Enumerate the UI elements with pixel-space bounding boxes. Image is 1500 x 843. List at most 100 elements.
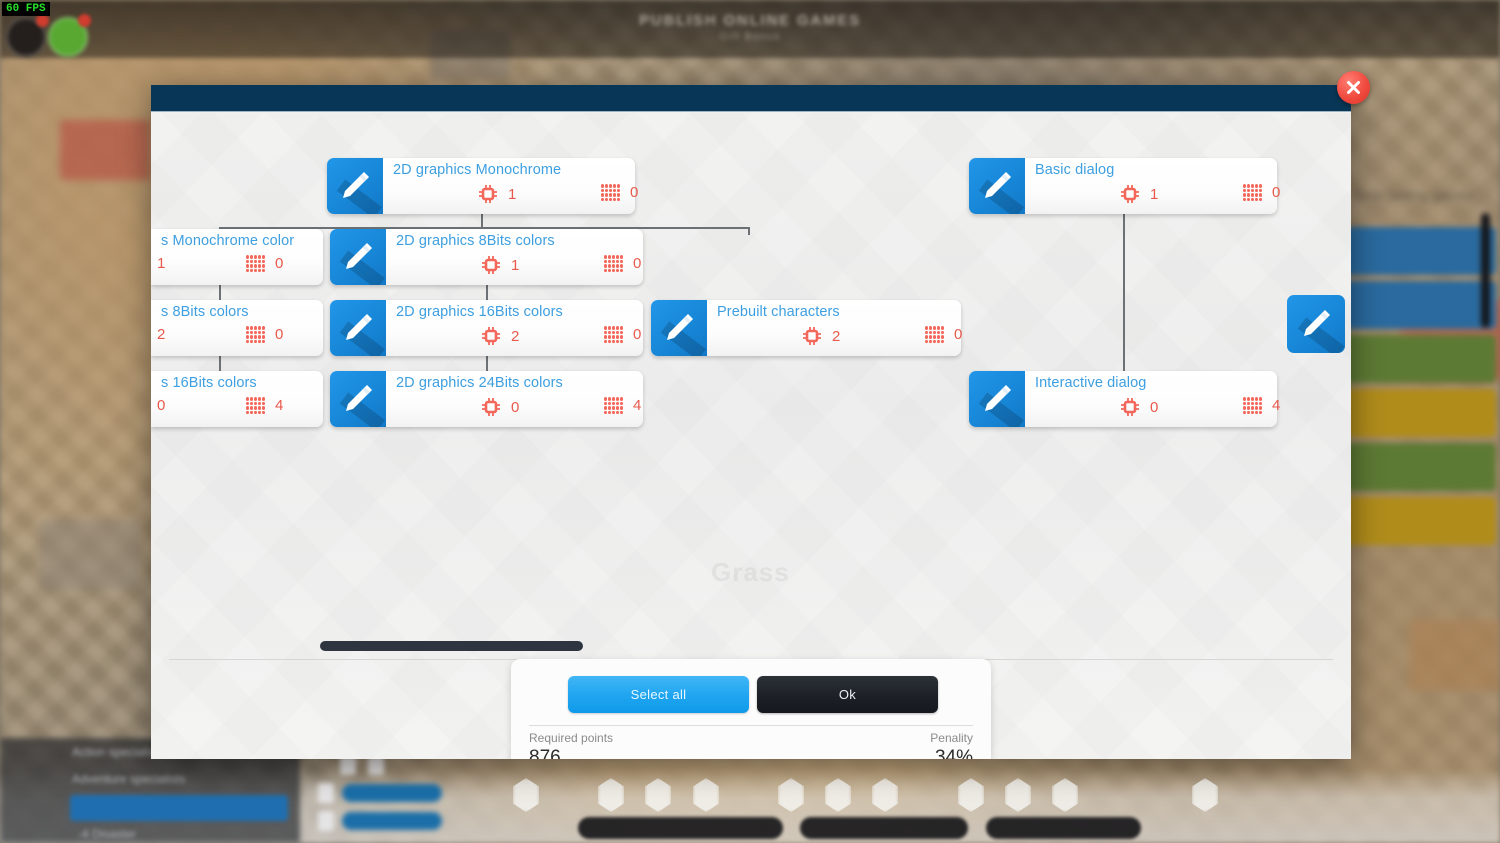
cpu-stat: 0 [1120,397,1158,417]
dot-grid-icon [1243,184,1262,201]
node-label: Interactive dialog [1035,375,1147,391]
art-value: 4 [1272,397,1281,414]
node-label: Basic dialog [1035,162,1115,178]
connector [486,356,488,372]
cpu-stat: 0 [481,397,519,417]
node-label: s 8Bits colors [161,304,249,320]
footer-card: Select all Ok Required points 876 Penali… [511,659,991,759]
art-stat: 0 [925,326,962,343]
mid-pill[interactable] [342,784,442,802]
cpu-stat: 1 [1120,184,1158,204]
left-item-selected[interactable] [70,795,288,821]
art-value: 0 [954,326,963,343]
cpu-icon [1121,398,1139,416]
node-2d-graphics-8bits-colors[interactable]: 2D graphics 8Bits colors 1 0 [330,229,643,285]
dialog-body: Grass 2D graphics Monochrome 1 0 s Monoc… [151,113,1351,759]
art-value: 0 [630,184,639,201]
close-button[interactable] [1337,71,1370,104]
connector [1123,214,1125,372]
dot-grid-icon [604,397,623,414]
cpu-value: 0 [511,398,520,416]
pencil-icon [330,229,386,285]
node-interactive-dialog[interactable]: Interactive dialog 0 4 [969,371,1280,427]
ok-button[interactable]: Ok [757,676,938,713]
node-2d-graphics-16bits-colors-left[interactable]: s 16Bits colors 0 4 [151,371,323,427]
cpu-value: 2 [157,326,166,343]
dot-grid-icon [246,255,265,272]
cpu-icon [482,398,500,416]
footer-button-row: Select all Ok [568,676,938,713]
best-selling-games-title: Best Selling games [1354,187,1474,203]
art-stat: 0 [604,326,641,343]
pencil-icon [327,158,383,214]
node-label: 2D graphics 24Bits colors [396,375,563,391]
required-points-label: Required points [529,731,614,745]
art-stat: 4 [604,397,641,414]
pencil-icon [330,371,386,427]
hud-fans-pill [986,817,1141,839]
cpu-icon [1121,185,1139,203]
node-clipped-right-pencil-icon[interactable] [1287,295,1345,353]
screen: PUBLISH ONLINE GAMES Gift Bonus 60 FPS B… [0,0,1500,843]
connector [486,285,488,301]
dot-grid-icon [246,397,265,414]
dot-grid-icon [1243,397,1262,414]
art-value: 0 [275,326,284,343]
connector [219,356,221,372]
node-2d-graphics-8bits-colors-left[interactable]: s 8Bits colors 2 0 [151,300,323,356]
hud-money-pill [800,817,968,839]
cpu-value: 2 [832,327,841,345]
art-stat: 4 [246,397,283,414]
penalty-value: 34% [934,747,973,759]
art-stat: 0 [246,326,283,343]
pencil-icon [969,158,1025,214]
node-basic-dialog[interactable]: Basic dialog 1 0 [969,158,1280,214]
node-2d-graphics-16bits-colors[interactable]: 2D graphics 16Bits colors 2 0 [330,300,643,356]
art-value: 0 [275,255,284,272]
hud-badge [78,14,91,27]
cpu-value: 1 [1150,185,1159,203]
node-2d-graphics-24bits-colors[interactable]: 2D graphics 24Bits colors 0 4 [330,371,643,427]
cpu-icon [482,256,500,274]
cpu-value: 0 [1150,398,1159,416]
cpu-stat: 2 [802,326,840,346]
mid-pill[interactable] [342,812,442,830]
cpu-icon [803,327,821,345]
cpu-icon [482,327,500,345]
horizontal-scrollbar-thumb[interactable] [320,641,583,651]
node-prebuilt-characters[interactable]: Prebuilt characters 2 0 [651,300,962,356]
lock-icon [318,811,334,831]
art-stat: 0 [246,255,283,272]
art-value: 0 [633,326,642,343]
cpu-stat: 0 [157,397,165,414]
game-top-bar-subtitle: Gift Bonus [719,31,781,43]
cpu-value: 1 [508,185,517,203]
fps-counter: 60 FPS [2,2,50,16]
dot-grid-icon [604,326,623,343]
connector [219,285,221,301]
node-2d-graphics-monochrome[interactable]: 2D graphics Monochrome 1 0 [327,158,639,214]
hud-time-pill[interactable] [578,817,783,839]
games-scrollbar[interactable] [1481,213,1490,328]
select-all-button[interactable]: Select all [568,676,749,713]
card-divider [529,725,973,726]
art-stat: 4 [1243,397,1280,414]
cpu-stat: 2 [157,326,165,343]
pencil-icon [651,300,707,356]
art-value: 4 [275,397,284,414]
pencil-icon [330,300,386,356]
art-stat: 0 [1243,184,1280,201]
node-2d-graphics-monochrome-color[interactable]: s Monochrome color 1 0 [151,229,323,285]
required-points-value: 876 [529,747,561,759]
cpu-value: 0 [157,397,166,414]
bg-decor [40,520,140,590]
node-label: Prebuilt characters [717,304,840,320]
bg-decor [60,120,150,180]
game-top-bar [0,0,1500,58]
left-item-3: -4 Disaster [78,827,137,841]
cpu-value: 1 [157,255,166,272]
left-item-2[interactable]: Adventure specialists [72,772,185,786]
node-label: s 16Bits colors [161,375,257,391]
dot-grid-icon [246,326,265,343]
research-tree-dialog: Grass 2D graphics Monochrome 1 0 s Monoc… [151,85,1351,759]
